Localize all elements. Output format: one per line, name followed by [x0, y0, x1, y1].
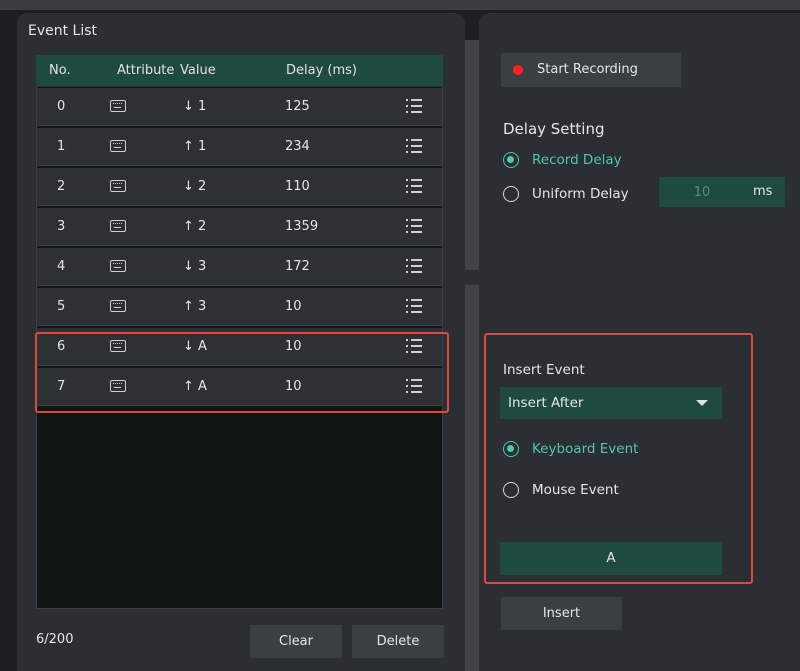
clear-button[interactable]: Clear	[250, 625, 342, 658]
column-delay: Delay (ms)	[286, 63, 357, 78]
row-value: ↓ A	[183, 339, 207, 354]
window-top-strip	[0, 0, 800, 10]
row-value: ↑ 2	[183, 219, 207, 234]
table-row[interactable]: 1 ↑ 1 234	[37, 128, 442, 166]
table-row[interactable]: 0 ↓ 1 125	[37, 88, 442, 126]
keyboard-event-radio[interactable]	[503, 441, 519, 457]
table-row[interactable]: 7 ↑ A 10	[37, 368, 442, 406]
row-value: ↑ A	[183, 379, 207, 394]
row-no: 7	[57, 379, 66, 394]
row-value: ↓ 1	[183, 99, 207, 114]
event-counter: 6/200	[36, 632, 74, 647]
list-icon[interactable]	[406, 379, 422, 393]
column-no: No.	[49, 63, 71, 78]
panel-divider-notch	[465, 270, 479, 285]
row-delay: 1359	[285, 219, 319, 234]
caret-down-icon	[696, 400, 708, 406]
table-row[interactable]: 2 ↓ 2 110	[37, 168, 442, 206]
start-recording-button[interactable]: Start Recording	[501, 53, 681, 87]
row-delay: 10	[285, 379, 302, 394]
keyboard-event-label[interactable]: Keyboard Event	[532, 441, 638, 457]
table-row[interactable]: 4 ↓ 3 172	[37, 248, 442, 286]
mouse-event-radio[interactable]	[503, 482, 519, 498]
mouse-event-label[interactable]: Mouse Event	[532, 482, 619, 498]
list-icon[interactable]	[406, 179, 422, 193]
record-delay-radio[interactable]	[503, 152, 519, 168]
insert-position-select[interactable]: Insert After	[500, 387, 722, 419]
row-delay: 10	[285, 299, 302, 314]
keyboard-icon	[110, 300, 126, 312]
table-row[interactable]: 3 ↑ 2 1359	[37, 208, 442, 246]
row-delay: 125	[285, 99, 310, 114]
panel-divider-scrollbar[interactable]	[465, 40, 479, 671]
event-list-title: Event List	[28, 23, 98, 39]
row-delay: 172	[285, 259, 310, 274]
event-table-header: No. Attribute Value Delay (ms)	[36, 55, 443, 86]
list-icon[interactable]	[406, 299, 422, 313]
column-value: Value	[180, 63, 216, 78]
row-delay: 110	[285, 179, 310, 194]
column-attribute: Attribute	[117, 63, 175, 78]
row-value: ↓ 2	[183, 179, 207, 194]
row-no: 4	[57, 259, 66, 274]
uniform-delay-radio[interactable]	[503, 186, 519, 202]
list-icon[interactable]	[406, 339, 422, 353]
start-recording-label: Start Recording	[537, 62, 638, 77]
row-value: ↓ 3	[183, 259, 207, 274]
row-value: ↑ 1	[183, 139, 207, 154]
list-icon[interactable]	[406, 99, 422, 113]
insert-event-title: Insert Event	[503, 362, 585, 378]
keyboard-icon	[110, 260, 126, 272]
uniform-delay-field: ms	[659, 177, 785, 207]
keyboard-icon	[110, 340, 126, 352]
row-delay: 10	[285, 339, 302, 354]
uniform-delay-input[interactable]	[659, 177, 745, 207]
row-no: 5	[57, 299, 66, 314]
keyboard-icon	[110, 100, 126, 112]
delay-unit-label: ms	[753, 184, 773, 199]
row-no: 3	[57, 219, 66, 234]
record-delay-label[interactable]: Record Delay	[532, 152, 622, 168]
record-dot-icon	[513, 65, 523, 75]
insert-position-value: Insert After	[508, 395, 584, 411]
keyboard-icon	[110, 180, 126, 192]
table-row[interactable]: 5 ↑ 3 10	[37, 288, 442, 326]
delay-setting-title: Delay Setting	[503, 120, 605, 138]
keyboard-icon	[110, 220, 126, 232]
uniform-delay-label[interactable]: Uniform Delay	[532, 186, 629, 202]
row-no: 6	[57, 339, 66, 354]
event-list-panel: Event List No. Attribute Value Delay (ms…	[17, 13, 465, 671]
keyboard-icon	[110, 140, 126, 152]
row-no: 2	[57, 179, 66, 194]
event-table-body[interactable]: 0 ↓ 1 125 1 ↑ 1 234 2 ↓ 2 110 3 ↑ 2 1359	[36, 87, 443, 609]
list-icon[interactable]	[406, 259, 422, 273]
delete-button[interactable]: Delete	[352, 625, 444, 658]
insert-button[interactable]: Insert	[501, 597, 622, 630]
row-no: 0	[57, 99, 66, 114]
table-row[interactable]: 6 ↓ A 10	[37, 328, 442, 366]
keyboard-icon	[110, 380, 126, 392]
key-capture-field[interactable]: A	[500, 542, 722, 575]
list-icon[interactable]	[406, 139, 422, 153]
row-value: ↑ 3	[183, 299, 207, 314]
list-icon[interactable]	[406, 219, 422, 233]
row-no: 1	[57, 139, 66, 154]
row-delay: 234	[285, 139, 310, 154]
